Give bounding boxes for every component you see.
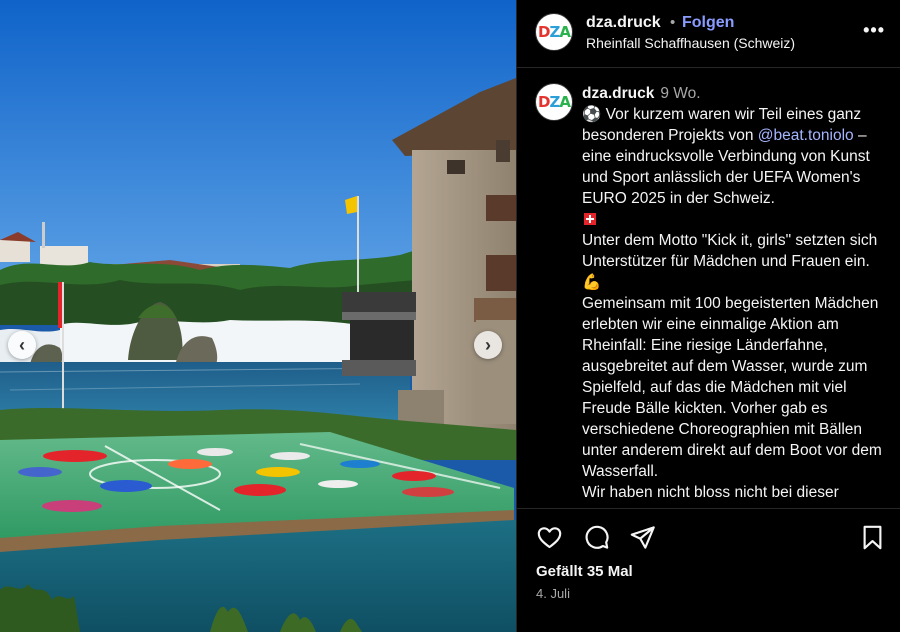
post-age: 9 Wo. — [660, 85, 701, 102]
post-date[interactable]: 4. Juli — [536, 586, 570, 601]
previous-photo-button[interactable]: ‹ — [8, 331, 36, 359]
swiss-flag-icon — [584, 213, 596, 225]
caption-text: dza.druck 9 Wo. ⚽ Vor kurzem waren wir Te… — [582, 83, 892, 503]
caption-username[interactable]: dza.druck — [582, 85, 654, 102]
avatar-logo: DZA — [538, 93, 571, 111]
caption-area[interactable]: DZA dza.druck 9 Wo. ⚽ Vor kurzem waren wi… — [517, 69, 900, 509]
divider — [517, 508, 900, 509]
next-photo-button[interactable]: › — [474, 331, 502, 359]
location-link[interactable]: Rheinfall Schaffhausen (Schweiz) — [586, 35, 795, 51]
post-header: DZA dza.druck • Folgen Rheinfall Schaffh… — [517, 0, 900, 68]
comment-icon — [585, 525, 609, 549]
caption-paragraph-4: Wir haben nicht bloss nicht bei dieser — [582, 484, 839, 501]
avatar[interactable]: DZA — [535, 13, 573, 51]
caption-avatar[interactable]: DZA — [535, 83, 573, 121]
rheinfall-photo — [0, 0, 516, 632]
separator-dot: • — [670, 14, 676, 31]
caption-paragraph-3: Gemeinsam mit 100 begeisterten Mädchen e… — [582, 295, 882, 480]
bookmark-icon — [863, 525, 881, 549]
chevron-left-icon: ‹ — [19, 335, 25, 355]
save-button[interactable] — [857, 522, 887, 552]
paper-plane-icon — [630, 525, 655, 549]
comment-button[interactable] — [581, 522, 611, 552]
heart-icon — [537, 526, 561, 548]
chevron-right-icon: › — [485, 335, 491, 355]
post-sidebar: DZA dza.druck • Folgen Rheinfall Schaffh… — [516, 0, 900, 632]
post-photo[interactable]: ‹ › — [0, 0, 516, 632]
caption-paragraph-2: Unter dem Motto "Kick it, girls" setzten… — [582, 232, 878, 291]
more-options-icon[interactable]: ••• — [863, 20, 885, 41]
like-button[interactable] — [534, 522, 564, 552]
share-button[interactable] — [627, 522, 657, 552]
follow-button[interactable]: Folgen — [682, 14, 734, 32]
avatar-logo: DZA — [538, 23, 571, 41]
likes-count[interactable]: Gefällt 35 Mal — [536, 563, 633, 580]
header-username[interactable]: dza.druck — [586, 14, 661, 32]
mention-link[interactable]: @beat.toniolo — [758, 127, 854, 144]
